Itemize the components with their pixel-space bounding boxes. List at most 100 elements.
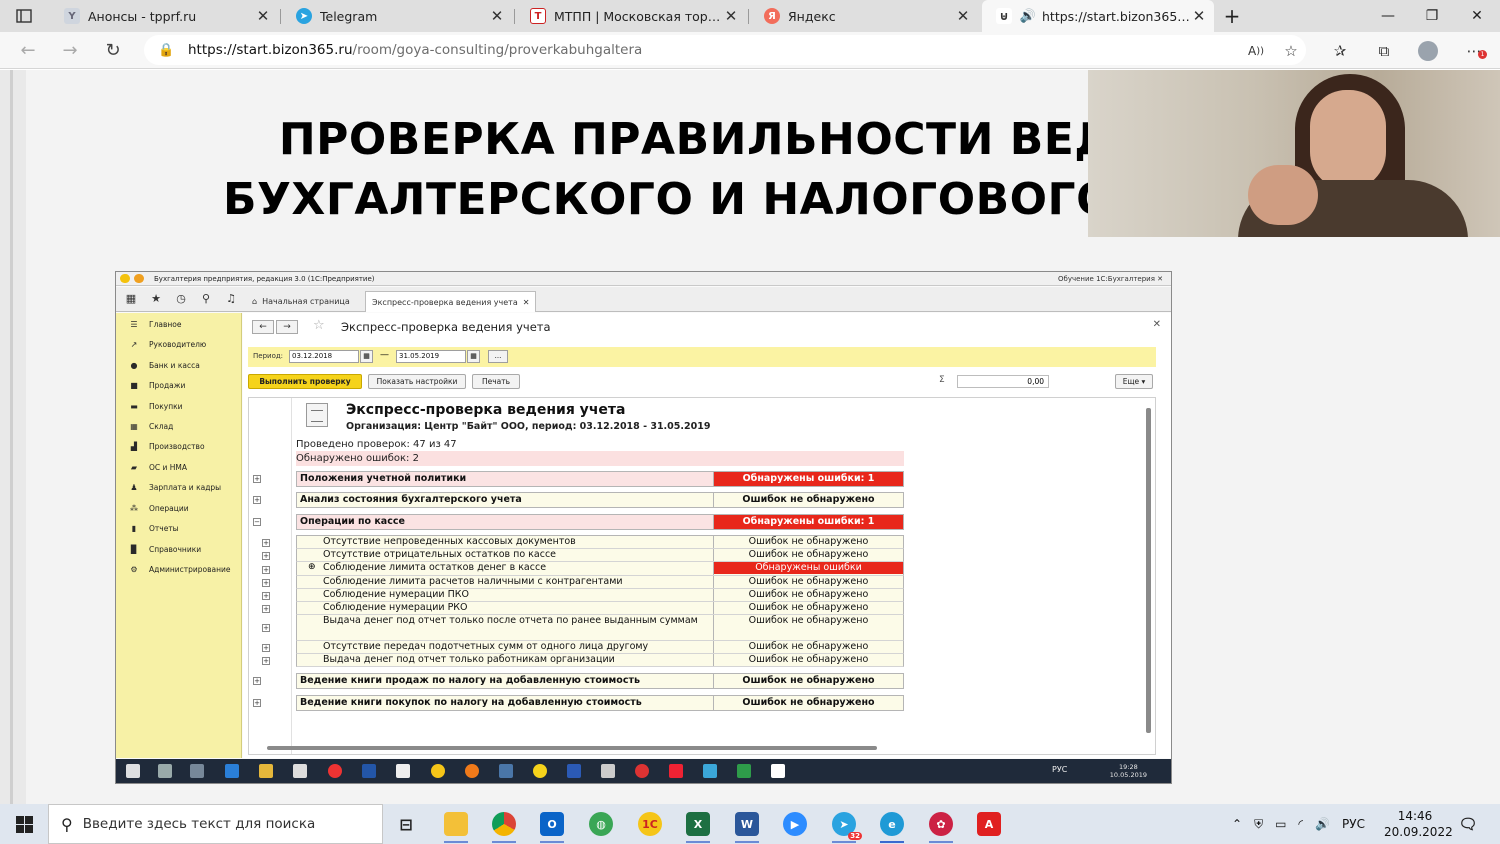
sidebar-item-admin[interactable]: ⚙ Администрирование — [116, 562, 242, 576]
expand-icon[interactable]: + — [253, 677, 261, 685]
sidebar-item-bank[interactable]: ● Банк и касса — [116, 358, 242, 372]
edge-icon[interactable]: e — [880, 812, 904, 836]
close-tab-icon[interactable]: ✕ — [523, 298, 530, 307]
show-settings-button[interactable]: Показать настройки — [368, 374, 466, 389]
language-indicator[interactable]: РУС — [1342, 817, 1365, 831]
period-select-button[interactable]: ... — [488, 350, 508, 363]
notifications-icon[interactable]: 🗨 — [1456, 812, 1480, 836]
sidebar-item-salary[interactable]: ♟ Зарплата и кадры — [116, 480, 242, 494]
tab-home[interactable]: ⌂ Начальная страница — [246, 291, 356, 312]
close-tab-icon[interactable]: ✕ — [956, 7, 970, 25]
app-menu-icon[interactable] — [134, 274, 144, 283]
speaker-icon[interactable]: 🔊 — [1020, 8, 1036, 24]
browser-tab-tpprf[interactable]: Y Анонсы - tpprf.ru ✕ — [50, 0, 278, 32]
sum-field[interactable]: 0,00 — [957, 375, 1049, 388]
table-row[interactable]: Соблюдение нумерации ПКО Ошибок не обнару… — [296, 589, 904, 602]
browser-tab-bizon[interactable]: ⊎ 🔊 https://start.bizon365.ru/ro ✕ — [982, 0, 1214, 32]
file-explorer-icon[interactable] — [444, 812, 468, 836]
sidebar-item-purchases[interactable]: ▬ Покупки — [116, 399, 242, 413]
table-row[interactable]: Отсутствие отрицательных остатков по кас… — [296, 549, 904, 562]
more-button[interactable]: Еще ▾ — [1115, 374, 1153, 389]
table-row[interactable]: Соблюдение лимита расчетов наличными с к… — [296, 576, 904, 589]
1c-icon[interactable]: 1C — [638, 812, 662, 836]
expand-icon[interactable]: + — [253, 475, 261, 483]
settings-more-icon[interactable]: ⋯ 1 — [1460, 38, 1488, 64]
favorites-icon[interactable]: ✰ — [1326, 38, 1354, 64]
profile-avatar-icon[interactable] — [1414, 38, 1442, 64]
address-bar[interactable]: 🔒 https://start.bizon365.ru/room/goya-co… — [144, 35, 1306, 65]
expand-icon[interactable]: + — [262, 566, 270, 574]
sidebar-item-main[interactable]: ☰ Главное — [116, 317, 242, 331]
add-favorite-icon[interactable]: ☆ — [1277, 38, 1305, 64]
sidebar-item-reports[interactable]: ▮ Отчеты — [116, 521, 242, 535]
chrome-icon[interactable] — [492, 812, 516, 836]
tray-chevron-icon[interactable]: ⌃ — [1232, 817, 1242, 831]
back-icon[interactable]: ← — [14, 37, 42, 63]
collections-icon[interactable]: ⧉ — [1370, 38, 1398, 64]
forward-icon[interactable]: → — [56, 37, 84, 63]
app-red-icon[interactable]: ✿ — [929, 812, 953, 836]
calendar-icon[interactable]: ▦ — [360, 350, 373, 363]
tab-express-check[interactable]: Экспресс-проверка ведения учета ✕ — [365, 291, 537, 312]
back-arrow-button[interactable]: ← — [252, 320, 274, 334]
taskbar-clock[interactable]: 14:46 20.09.2022 — [1384, 808, 1453, 840]
group-row-policy[interactable]: Положения учетной политики Обнаружены оши… — [296, 471, 904, 487]
sidebar-item-assets[interactable]: ▰ ОС и НМА — [116, 460, 242, 474]
table-row[interactable]: Соблюдение нумерации РКО Ошибок не обнару… — [296, 602, 904, 615]
calendar-icon[interactable]: ▦ — [467, 350, 480, 363]
zoom-icon[interactable]: ▶ — [783, 812, 807, 836]
telegram-icon[interactable]: ➤ 32 — [832, 812, 862, 840]
expand-icon[interactable]: + — [262, 644, 270, 652]
expand-icon[interactable]: + — [253, 699, 261, 707]
globe-icon[interactable]: ◍ — [589, 812, 613, 836]
table-row-selected[interactable]: Соблюдение лимита остатков денег в кассе… — [296, 562, 904, 576]
apps-grid-icon[interactable]: ▦ — [122, 292, 140, 305]
table-row[interactable]: Отсутствие передач подотчетных сумм от о… — [296, 641, 904, 654]
bell-icon[interactable]: ♫ — [222, 292, 240, 305]
word-icon[interactable]: W — [735, 812, 759, 836]
group-row-sales-book[interactable]: Ведение книги продаж по налогу на добавл… — [296, 673, 904, 689]
new-tab-button[interactable]: + — [1210, 0, 1254, 32]
expand-icon[interactable]: + — [262, 579, 270, 587]
sidebar-item-director[interactable]: ↗ Руководителю — [116, 337, 242, 351]
sidebar-item-sales[interactable]: ■ Продажи — [116, 378, 242, 392]
browser-tab-mtpp[interactable]: T МТПП | Московская торгово-пр ✕ — [516, 0, 746, 32]
date-to-input[interactable]: 31.05.2019 — [396, 350, 466, 363]
expand-icon[interactable]: + — [262, 592, 270, 600]
close-tab-icon[interactable]: ✕ — [1192, 7, 1206, 25]
collapse-icon[interactable]: − — [253, 518, 261, 526]
favorite-star-icon[interactable]: ☆ — [313, 318, 325, 333]
group-row-purchase-book[interactable]: Ведение книги покупок по налогу на добав… — [296, 695, 904, 711]
sidebar-item-references[interactable]: ▉ Справочники — [116, 542, 242, 556]
minimize-icon[interactable]: — — [1366, 0, 1410, 32]
expand-icon[interactable]: + — [262, 624, 270, 632]
restore-icon[interactable]: ❐ — [1410, 0, 1454, 32]
close-tab-icon[interactable]: ✕ — [256, 7, 270, 25]
close-tab-icon[interactable]: ✕ — [724, 7, 738, 25]
vertical-scrollbar[interactable] — [1146, 408, 1151, 733]
tab-actions-icon[interactable] — [2, 0, 46, 32]
outlook-icon[interactable]: O — [540, 812, 564, 836]
close-tab-icon[interactable]: ✕ — [490, 7, 504, 25]
task-view-icon[interactable]: ⊟ — [394, 812, 418, 836]
volume-icon[interactable]: 🔊 — [1315, 817, 1330, 831]
read-aloud-icon[interactable]: A)) — [1242, 38, 1270, 64]
tray-security-icon[interactable]: ⛨ — [1254, 817, 1263, 832]
favorites-star-icon[interactable]: ★ — [147, 292, 165, 305]
print-button[interactable]: Печать — [472, 374, 520, 389]
close-form-icon[interactable]: ✕ — [1153, 319, 1161, 330]
date-from-input[interactable]: 03.12.2018 — [289, 350, 359, 363]
history-icon[interactable]: ◷ — [172, 292, 190, 305]
windows-start-icon[interactable] — [0, 804, 48, 844]
taskbar-search-box[interactable]: ⚲ Введите здесь текст для поиска — [48, 804, 383, 844]
expand-icon[interactable]: + — [262, 539, 270, 547]
expand-icon[interactable]: + — [262, 552, 270, 560]
table-row[interactable]: Отсутствие непроведенных кассовых докуме… — [296, 535, 904, 549]
run-check-button[interactable]: Выполнить проверку — [248, 374, 362, 389]
table-row[interactable]: Выдача денег под отчет только после отче… — [296, 615, 904, 641]
wifi-icon[interactable]: ◜ — [1298, 817, 1303, 831]
group-row-cash[interactable]: Операции по кассе Обнаружены ошибки: 1 — [296, 514, 904, 530]
expand-icon[interactable]: + — [262, 657, 270, 665]
search-icon[interactable]: ⚲ — [197, 292, 215, 305]
browser-tab-telegram[interactable]: ➤ Telegram ✕ — [282, 0, 512, 32]
